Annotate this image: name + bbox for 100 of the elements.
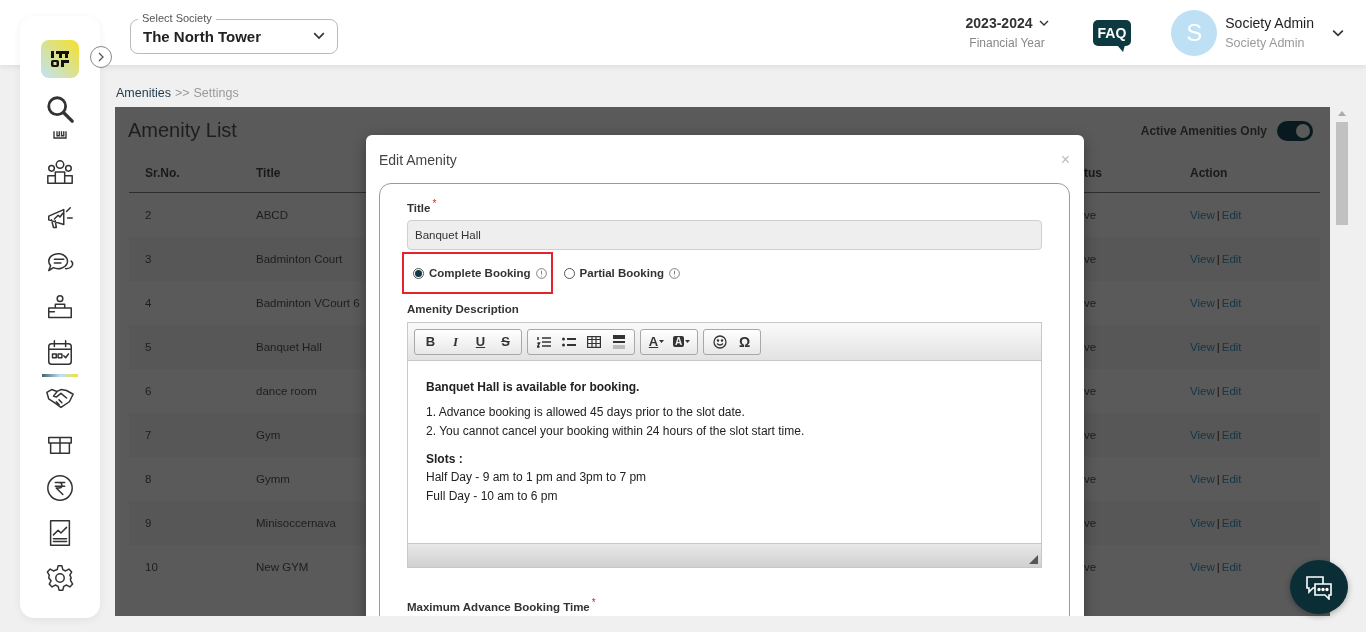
- link-separator: |: [1216, 209, 1220, 221]
- edit-link[interactable]: Edit: [1221, 341, 1242, 353]
- link-separator: |: [1216, 385, 1220, 397]
- settings-icon: [45, 563, 75, 593]
- view-link[interactable]: View: [1190, 341, 1215, 353]
- user-avatar[interactable]: S: [1171, 9, 1218, 56]
- required-mark: *: [432, 198, 437, 209]
- description-heading: Banquet Hall is available for booking.: [426, 380, 641, 394]
- caret-icon: [685, 340, 691, 343]
- view-link[interactable]: View: [1190, 209, 1215, 221]
- horizontal-rule-icon: [611, 334, 626, 349]
- edit-link[interactable]: Edit: [1221, 429, 1242, 441]
- info-icon: [535, 267, 547, 279]
- info-icon: [668, 267, 680, 279]
- column-header: tus: [1084, 166, 1102, 180]
- format-button[interactable]: I: [443, 330, 468, 353]
- radio-label: Partial Booking: [579, 267, 664, 279]
- breadcrumb-separator: >>: [174, 86, 190, 100]
- link-separator: |: [1216, 561, 1220, 573]
- search-icon: [45, 93, 75, 124]
- user-role: Society Admin: [1225, 36, 1306, 50]
- edit-link[interactable]: Edit: [1221, 517, 1242, 529]
- slots-heading: Slots :: [426, 451, 464, 468]
- caret-icon: [659, 340, 665, 343]
- dialog-title: Edit Amenity: [379, 152, 457, 168]
- link-separator: |: [1216, 429, 1220, 441]
- chat-icon: [1305, 574, 1333, 600]
- link-separator: |: [1216, 253, 1220, 265]
- chat-button[interactable]: [1290, 560, 1348, 614]
- smiley-icon: [712, 334, 727, 349]
- table-cell: Banquet Hall: [256, 341, 322, 353]
- link-separator: |: [1216, 341, 1220, 353]
- year-caption: Financial Year: [969, 36, 1045, 50]
- title-input[interactable]: Banquet Hall: [407, 220, 1042, 250]
- table-cell: Gymm: [256, 473, 290, 485]
- table-cell: Minisoccernava: [256, 517, 336, 529]
- background-color-button[interactable]: A: [669, 330, 694, 353]
- table-cell: 10: [145, 561, 158, 573]
- radio-label: Complete Booking: [429, 267, 531, 279]
- view-link[interactable]: View: [1190, 517, 1215, 529]
- table-icon: [586, 335, 601, 348]
- numbered-list-icon: [536, 335, 551, 348]
- bullet-list-icon: [561, 335, 576, 348]
- calendar-icon: [45, 338, 75, 368]
- edit-link[interactable]: Edit: [1221, 385, 1242, 397]
- scrollbar-thumb[interactable]: [1336, 122, 1348, 225]
- filter-label: Active Amenities Only: [1140, 123, 1267, 138]
- table-cell: 2: [145, 209, 152, 221]
- edit-link[interactable]: Edit: [1221, 297, 1242, 309]
- edit-link[interactable]: Edit: [1221, 253, 1242, 265]
- edit-link[interactable]: Edit: [1221, 209, 1242, 221]
- format-button[interactable]: B: [418, 330, 443, 353]
- chevron-down-icon: [313, 32, 325, 40]
- chevron-right-icon: [97, 52, 105, 62]
- field-label: Title: [407, 202, 431, 214]
- active-toggle[interactable]: [1277, 120, 1313, 141]
- table-cell: New GYM: [256, 561, 309, 573]
- table-cell: Gym: [256, 429, 281, 441]
- text-color-button[interactable]: A: [644, 330, 669, 353]
- view-link[interactable]: View: [1190, 297, 1215, 309]
- special-character-button[interactable]: Ω: [732, 330, 757, 353]
- link-separator: |: [1216, 473, 1220, 485]
- description-line: 1. Advance booking is allowed 45 days prior to the slot date.: [426, 404, 746, 421]
- breadcrumb-current: Settings: [193, 86, 239, 100]
- table-cell: Badminton Court: [256, 253, 343, 265]
- table-cell: Badminton VCourt 6: [256, 297, 360, 309]
- format-button[interactable]: S: [493, 330, 518, 353]
- view-link[interactable]: View: [1190, 253, 1215, 265]
- panel-title: Amenity List: [128, 119, 237, 142]
- edit-link[interactable]: Edit: [1221, 473, 1242, 485]
- edit-link[interactable]: Edit: [1221, 561, 1242, 573]
- table-cell: 8: [145, 473, 152, 485]
- link-separator: |: [1216, 297, 1220, 309]
- rupee-icon: [45, 473, 75, 503]
- view-link[interactable]: View: [1190, 473, 1215, 485]
- view-link[interactable]: View: [1190, 561, 1215, 573]
- logo-icon: [41, 40, 79, 78]
- description-line: 2. You cannot cancel your booking within 24 hours of the slot start time.: [426, 423, 806, 440]
- radio-button[interactable]: [563, 267, 575, 279]
- link-separator: |: [1216, 517, 1220, 529]
- resize-handle-icon[interactable]: [1029, 555, 1038, 564]
- radio-button[interactable]: [413, 267, 424, 279]
- chevron-down-icon[interactable]: [1332, 28, 1344, 37]
- table-cell: ABCD: [256, 209, 288, 221]
- view-link[interactable]: View: [1190, 385, 1215, 397]
- view-link[interactable]: View: [1190, 429, 1215, 441]
- year-select[interactable]: 2023-2024: [965, 15, 1049, 31]
- user-name: Society Admin: [1225, 15, 1314, 31]
- rich-text-editor[interactable]: [407, 322, 1042, 568]
- chevron-down-icon: [1038, 20, 1049, 26]
- slot-line: Full Day - 10 am to 6 pm: [426, 488, 559, 505]
- column-header: Title: [256, 166, 281, 180]
- breadcrumb-link[interactable]: Amenities: [116, 86, 171, 100]
- field-label: Amenity Description: [407, 303, 519, 315]
- format-button[interactable]: U: [468, 330, 493, 353]
- column-header: Sr.No.: [145, 166, 180, 180]
- table-cell: dance room: [256, 385, 317, 397]
- close-button[interactable]: ×: [1060, 152, 1070, 168]
- speech-tail: [1117, 44, 1126, 52]
- table-cell: 4: [145, 297, 152, 309]
